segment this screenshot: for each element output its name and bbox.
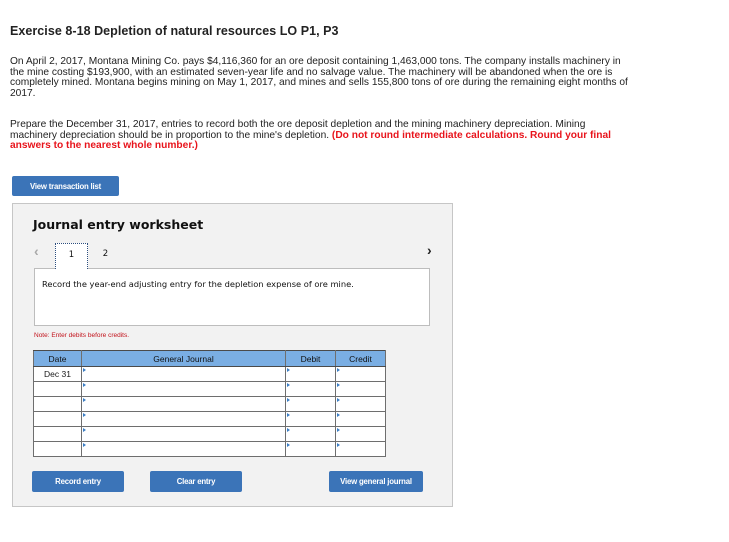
exercise-title: Exercise 8-18 Depletion of natural resou… xyxy=(10,24,339,38)
header-debit: Debit xyxy=(285,350,336,367)
journal-row xyxy=(33,381,386,397)
problem-paragraph-2: Prepare the December 31, 2017, entries t… xyxy=(10,119,635,152)
view-general-journal-button[interactable]: View general journal xyxy=(329,471,423,492)
journal-table-header: Date General Journal Debit Credit xyxy=(33,350,386,367)
debit-cell[interactable] xyxy=(285,441,336,457)
journal-row xyxy=(33,396,386,412)
credit-cell[interactable] xyxy=(335,441,386,457)
debit-cell[interactable] xyxy=(285,426,336,442)
dropdown-marker-icon xyxy=(83,383,86,387)
account-cell[interactable] xyxy=(81,381,286,397)
account-cell[interactable] xyxy=(81,366,286,382)
journal-row xyxy=(33,426,386,442)
debit-cell[interactable] xyxy=(285,411,336,427)
journal-row xyxy=(33,411,386,427)
journal-row xyxy=(33,441,386,457)
dropdown-marker-icon xyxy=(337,398,340,402)
journal-table: Date General Journal Debit Credit Dec 31 xyxy=(33,350,386,457)
journal-row: Dec 31 xyxy=(33,366,386,382)
dropdown-marker-icon xyxy=(287,428,290,432)
date-cell[interactable] xyxy=(33,396,82,412)
dropdown-marker-icon xyxy=(287,368,290,372)
header-credit: Credit xyxy=(335,350,386,367)
debit-cell[interactable] xyxy=(285,366,336,382)
debit-cell[interactable] xyxy=(285,381,336,397)
tab-entry-2[interactable]: 2 xyxy=(89,243,122,269)
clear-entry-button[interactable]: Clear entry xyxy=(150,471,242,492)
account-cell[interactable] xyxy=(81,426,286,442)
dropdown-marker-icon xyxy=(83,368,86,372)
worksheet-title: Journal entry worksheet xyxy=(33,217,204,232)
debit-cell[interactable] xyxy=(285,396,336,412)
dropdown-marker-icon xyxy=(83,413,86,417)
account-cell[interactable] xyxy=(81,411,286,427)
header-date: Date xyxy=(33,350,82,367)
dropdown-marker-icon xyxy=(287,398,290,402)
dropdown-marker-icon xyxy=(337,428,340,432)
date-cell-value: Dec 31 xyxy=(44,369,71,379)
dropdown-marker-icon xyxy=(337,383,340,387)
dropdown-marker-icon xyxy=(337,413,340,417)
credit-cell[interactable] xyxy=(335,381,386,397)
credit-cell[interactable] xyxy=(335,366,386,382)
dropdown-marker-icon xyxy=(83,398,86,402)
dropdown-marker-icon xyxy=(287,383,290,387)
account-cell[interactable] xyxy=(81,441,286,457)
tab-entry-1[interactable]: 1 xyxy=(55,243,88,269)
dropdown-marker-icon xyxy=(337,443,340,447)
entry-instruction: Record the year-end adjusting entry for … xyxy=(34,268,430,326)
dropdown-marker-icon xyxy=(287,413,290,417)
record-entry-button[interactable]: Record entry xyxy=(32,471,124,492)
view-transaction-list-button[interactable]: View transaction list xyxy=(12,176,119,196)
journal-entry-worksheet-panel: Journal entry worksheet ‹ 1 2 › Record t… xyxy=(12,203,453,507)
credit-cell[interactable] xyxy=(335,426,386,442)
date-cell[interactable] xyxy=(33,381,82,397)
problem-paragraph-1: On April 2, 2017, Montana Mining Co. pay… xyxy=(10,56,628,99)
chevron-left-icon[interactable]: ‹ xyxy=(34,243,39,259)
date-cell[interactable] xyxy=(33,441,82,457)
date-cell[interactable]: Dec 31 xyxy=(33,366,82,382)
header-general-journal: General Journal xyxy=(81,350,286,367)
credit-cell[interactable] xyxy=(335,411,386,427)
credit-cell[interactable] xyxy=(335,396,386,412)
chevron-right-icon[interactable]: › xyxy=(427,242,432,258)
dropdown-marker-icon xyxy=(83,443,86,447)
date-cell[interactable] xyxy=(33,426,82,442)
dropdown-marker-icon xyxy=(287,443,290,447)
debits-credits-note: Note: Enter debits before credits. xyxy=(34,332,130,339)
dropdown-marker-icon xyxy=(337,368,340,372)
dropdown-marker-icon xyxy=(83,428,86,432)
account-cell[interactable] xyxy=(81,396,286,412)
date-cell[interactable] xyxy=(33,411,82,427)
